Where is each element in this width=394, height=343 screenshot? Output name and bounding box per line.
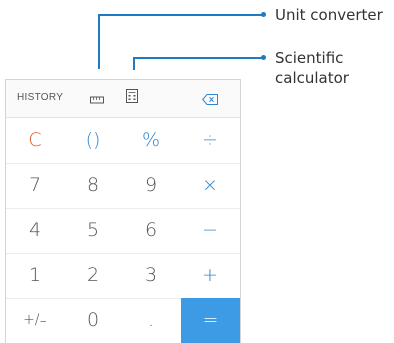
history-button[interactable]: HISTORY — [17, 92, 63, 103]
plus-minus-key[interactable]: +/₋ — [6, 298, 64, 343]
add-key[interactable]: + — [181, 253, 239, 298]
digit-7-key[interactable]: 7 — [6, 163, 64, 208]
digit-1-key[interactable]: 1 — [6, 253, 64, 298]
divide-key[interactable]: ÷ — [181, 118, 239, 163]
callout-label-unit-converter: Unit converter — [275, 6, 383, 24]
calculator: HISTORY C () % ÷ 7 8 9 × 4 5 6 − 1 2 3 +… — [5, 79, 241, 343]
digit-9-key[interactable]: 9 — [122, 163, 180, 208]
calculator-toolbar: HISTORY — [6, 80, 240, 118]
digit-0-key[interactable]: 0 — [64, 298, 122, 343]
callout-label-scientific: Scientific calculator — [275, 49, 349, 87]
percent-key[interactable]: % — [122, 118, 180, 163]
callout-dot-unit-converter — [261, 12, 266, 17]
clear-key[interactable]: C — [6, 118, 64, 163]
subtract-key[interactable]: − — [181, 208, 239, 253]
callout-line-unit-converter-vertical — [98, 14, 100, 69]
decimal-key[interactable]: . — [122, 298, 180, 343]
digit-5-key[interactable]: 5 — [64, 208, 122, 253]
digit-4-key[interactable]: 4 — [6, 208, 64, 253]
keypad-row-1: C () % ÷ — [6, 118, 240, 164]
ruler-icon[interactable] — [90, 92, 104, 110]
callout-line-scientific-vertical — [133, 57, 135, 70]
backspace-icon[interactable] — [202, 92, 218, 110]
multiply-key[interactable]: × — [181, 163, 239, 208]
scientific-calculator-icon[interactable] — [126, 89, 138, 108]
digit-6-key[interactable]: 6 — [122, 208, 180, 253]
equals-key[interactable]: = — [181, 298, 240, 343]
keypad-row-3: 4 5 6 − — [6, 208, 240, 254]
keypad-row-2: 7 8 9 × — [6, 163, 240, 209]
keypad-row-5: +/₋ 0 . = — [6, 298, 240, 343]
callout-line-scientific-horizontal — [133, 57, 263, 59]
callout-dot-scientific — [261, 55, 266, 60]
digit-8-key[interactable]: 8 — [64, 163, 122, 208]
digit-2-key[interactable]: 2 — [64, 253, 122, 298]
parentheses-key[interactable]: () — [64, 118, 122, 163]
callout-line-unit-converter-horizontal — [98, 14, 263, 16]
keypad-row-4: 1 2 3 + — [6, 253, 240, 299]
digit-3-key[interactable]: 3 — [122, 253, 180, 298]
